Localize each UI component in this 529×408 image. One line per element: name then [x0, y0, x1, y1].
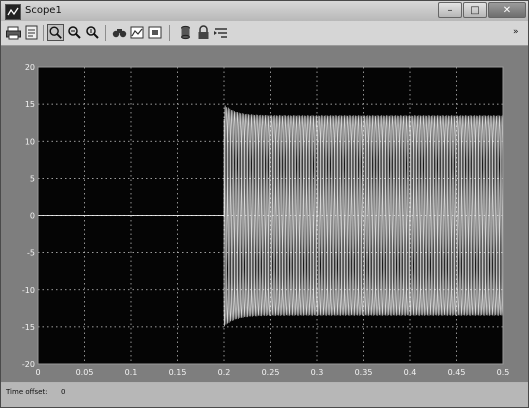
x-tick-label: 0 — [35, 368, 40, 377]
minimize-button[interactable]: – — [438, 2, 462, 18]
parameters-icon[interactable] — [23, 24, 40, 41]
signal-selection-icon[interactable] — [213, 24, 230, 41]
scope-app-icon — [5, 4, 21, 20]
scope-axes[interactable]: 0 0.05 0.1 0.15 0.2 0.25 0.3 0.35 0.4 0.45 0.5 20 15… — [1, 46, 528, 382]
x-tick-label: 0.2 — [218, 368, 231, 377]
zoom-y-icon[interactable] — [83, 24, 100, 41]
y-tick-label: -20 — [22, 360, 35, 369]
save-axes-icon[interactable] — [129, 24, 146, 41]
title-bar[interactable]: Scope1 – □ ✕ — [1, 1, 528, 21]
window-title: Scope1 — [25, 5, 62, 16]
y-tick-label: 15 — [25, 100, 35, 109]
x-tick-label: 0.3 — [311, 368, 324, 377]
scope-plot-area: 0 0.05 0.1 0.15 0.2 0.25 0.3 0.35 0.4 0.45 0.5 20 15… — [1, 46, 528, 382]
toolbar-separator — [43, 25, 44, 41]
y-tick-label: -15 — [22, 323, 35, 332]
toolbar-separator — [169, 25, 170, 41]
x-tick-label: 0.1 — [125, 368, 138, 377]
zoom-x-icon[interactable] — [65, 24, 82, 41]
y-tick-label: -5 — [27, 249, 35, 258]
toolbar-separator — [105, 25, 106, 41]
scope-toolbar: » — [1, 21, 528, 46]
y-tick-label: 0 — [30, 212, 35, 221]
floating-scope-icon[interactable] — [177, 24, 194, 41]
print-icon[interactable] — [5, 24, 22, 41]
y-tick-label: 10 — [25, 137, 35, 146]
zoom-icon[interactable] — [47, 24, 64, 41]
toolbar-overflow-chevron[interactable]: » — [513, 27, 519, 37]
maximize-button[interactable]: □ — [463, 2, 487, 18]
y-tick-label: -10 — [22, 286, 35, 295]
y-tick-label: 20 — [25, 63, 35, 72]
time-offset-value: 0 — [61, 388, 66, 396]
x-tick-label: 0.5 — [497, 368, 510, 377]
restore-axes-icon[interactable] — [147, 24, 164, 41]
x-tick-label: 0.45 — [448, 368, 466, 377]
lock-icon[interactable] — [195, 24, 212, 41]
scope-window: Scope1 – □ ✕ » 0 0.05 0.1 0.15 0.2 0.25 … — [0, 0, 529, 408]
close-button[interactable]: ✕ — [488, 2, 526, 18]
x-tick-label: 0.15 — [169, 368, 187, 377]
status-bar: Time offset: 0 — [1, 383, 528, 407]
autoscale-icon[interactable] — [111, 24, 128, 41]
y-tick-label: 5 — [30, 174, 35, 183]
x-tick-label: 0.25 — [262, 368, 280, 377]
x-tick-label: 0.4 — [404, 368, 417, 377]
time-offset-label: Time offset: — [6, 388, 48, 396]
x-tick-label: 0.05 — [76, 368, 94, 377]
x-tick-label: 0.35 — [355, 368, 373, 377]
